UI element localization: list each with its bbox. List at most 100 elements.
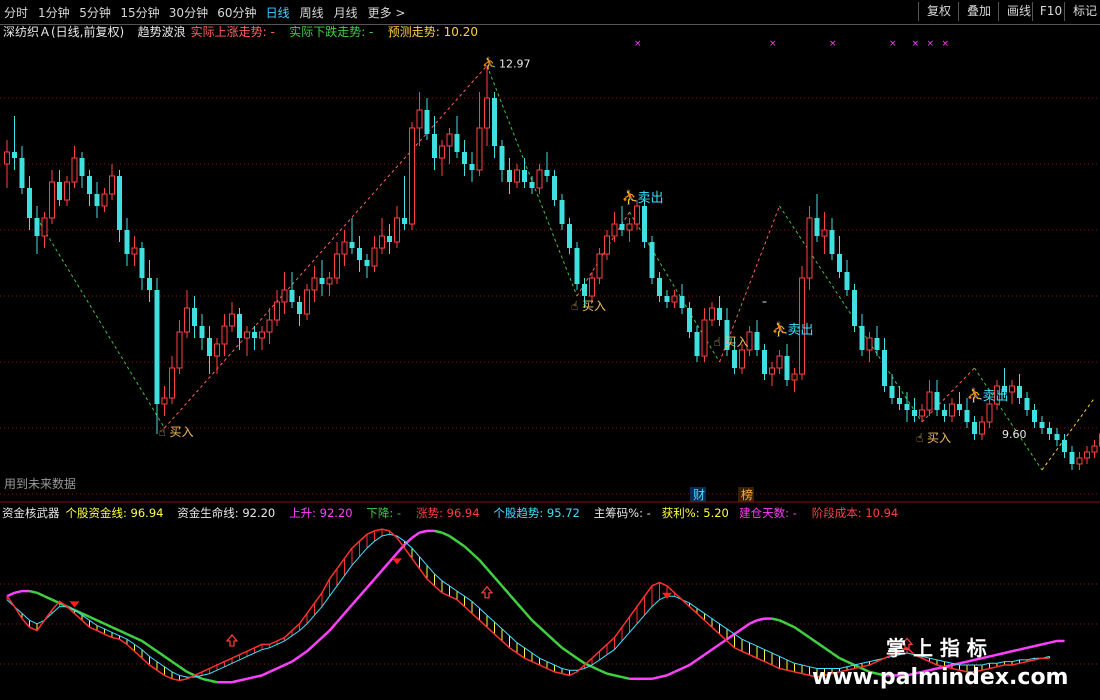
period-tab-7[interactable]: 周线 xyxy=(300,4,324,21)
candle-body xyxy=(754,332,760,350)
candle-body xyxy=(19,158,25,188)
cai-badge[interactable]: 财 xyxy=(693,488,705,502)
life-line-segment xyxy=(366,578,376,589)
candle-body xyxy=(34,218,40,236)
candle-body xyxy=(679,296,685,308)
life-line-segment xyxy=(801,631,811,639)
candle-body xyxy=(319,278,325,284)
buy-icon: ☝ xyxy=(916,431,923,445)
candle-body xyxy=(252,332,257,338)
period-tab-3[interactable]: 15分钟 xyxy=(120,4,159,21)
candle-body xyxy=(139,248,145,278)
candle-body xyxy=(416,109,423,129)
life-line-segment xyxy=(463,545,473,555)
life-line-segment xyxy=(1026,644,1035,650)
candle-body xyxy=(117,176,122,230)
watermark-url: www.palmindex.com xyxy=(812,665,1068,690)
fuquan-button[interactable]: 复权 xyxy=(918,2,959,21)
period-tab-6[interactable]: 日线 xyxy=(266,4,290,21)
sell-signal-label: 卖出 xyxy=(638,191,664,206)
top-toolbar: 分时 1分钟 5分钟 15分钟 30分钟 60分钟 日线 周线 月线 更多 > 复权 叠加 画线 … xyxy=(0,0,1100,25)
life-line-segment xyxy=(538,626,548,636)
candle-body xyxy=(259,331,265,339)
candle-body xyxy=(1047,428,1052,434)
life-line-segment xyxy=(298,650,308,658)
overlay-button[interactable]: 叠加 xyxy=(958,2,999,21)
candle-body xyxy=(492,98,497,146)
buy-icon: ☝ xyxy=(571,299,578,313)
candle-body xyxy=(701,319,708,357)
candle-body xyxy=(147,278,152,290)
life-line-segment xyxy=(486,567,496,579)
candle-body xyxy=(1084,451,1090,459)
down-triangle-icon xyxy=(392,558,402,565)
candle-body xyxy=(709,307,715,321)
candle-body xyxy=(349,242,355,248)
sell-signal-label: 卖出 xyxy=(788,323,814,338)
candle-body xyxy=(169,367,175,399)
life-line-segment xyxy=(1011,648,1020,653)
runner-icon: ⛹ xyxy=(772,320,789,338)
life-line-segment xyxy=(756,617,765,622)
candle-body xyxy=(611,223,618,237)
life-line-segment xyxy=(688,658,698,667)
candle-body xyxy=(866,337,873,351)
candle-body xyxy=(266,319,273,333)
sub-header-item: 涨势: 96.94 xyxy=(416,506,479,520)
life-line-segment xyxy=(966,658,975,663)
candle-body xyxy=(529,182,535,188)
candle-body xyxy=(334,253,340,279)
life-line-segment xyxy=(808,636,818,644)
buy-icon: ☝ xyxy=(159,425,166,439)
candle-body xyxy=(341,241,348,255)
period-tab-1[interactable]: 1分钟 xyxy=(38,4,70,21)
peak-icon: ⛹ xyxy=(482,56,497,71)
life-line-segment xyxy=(126,632,136,639)
candle-body xyxy=(964,410,970,422)
candle-body xyxy=(536,169,543,189)
period-tab-5[interactable]: 60分钟 xyxy=(217,4,256,21)
candle-body xyxy=(4,151,10,165)
bang-badge[interactable]: 榜 xyxy=(741,487,753,502)
candle-body xyxy=(567,224,572,248)
candle-body xyxy=(101,193,108,207)
period-tab-9[interactable]: 更多 > xyxy=(368,4,406,21)
top-x-marker: × xyxy=(829,39,837,49)
down-triangle-icon xyxy=(69,601,80,608)
period-tab-4[interactable]: 30分钟 xyxy=(169,4,208,21)
candle-body xyxy=(1032,410,1037,422)
candle-body xyxy=(192,308,197,326)
candle-body xyxy=(161,397,168,405)
buy-signal-label: 买入 xyxy=(170,425,194,439)
candle-body xyxy=(604,235,610,255)
candle-body xyxy=(762,350,767,374)
period-tab-2[interactable]: 5分钟 xyxy=(79,4,111,21)
candle-body xyxy=(664,296,670,302)
buy-signal-label: 买入 xyxy=(927,431,951,445)
period-tab-8[interactable]: 月线 xyxy=(334,4,358,21)
sell-signal-label: 卖出 xyxy=(983,389,1009,404)
candle-body xyxy=(791,373,798,381)
mark-button[interactable]: 标记 xyxy=(1064,2,1100,21)
life-line-segment xyxy=(771,617,780,622)
life-line-segment xyxy=(254,674,263,679)
life-line-segment xyxy=(726,633,736,641)
candle-body xyxy=(897,398,902,404)
runner-icon: ⛹ xyxy=(967,386,984,404)
candle-body xyxy=(387,236,392,242)
life-line-segment xyxy=(148,645,158,653)
life-line-segment xyxy=(591,665,601,672)
candle-body xyxy=(214,343,220,357)
candle-body xyxy=(184,307,190,333)
period-tab-0[interactable]: 分时 xyxy=(4,4,28,21)
life-line-segment xyxy=(576,657,586,665)
up-arrow-icon xyxy=(225,634,239,647)
life-line-segment xyxy=(478,559,488,570)
candle-body xyxy=(829,230,835,254)
life-line-segment xyxy=(268,667,278,674)
top-x-marker: × xyxy=(769,39,777,49)
life-line-segment xyxy=(598,669,608,675)
life-line-segment xyxy=(561,646,571,655)
candle-body xyxy=(221,325,228,345)
candle-body xyxy=(522,170,527,182)
